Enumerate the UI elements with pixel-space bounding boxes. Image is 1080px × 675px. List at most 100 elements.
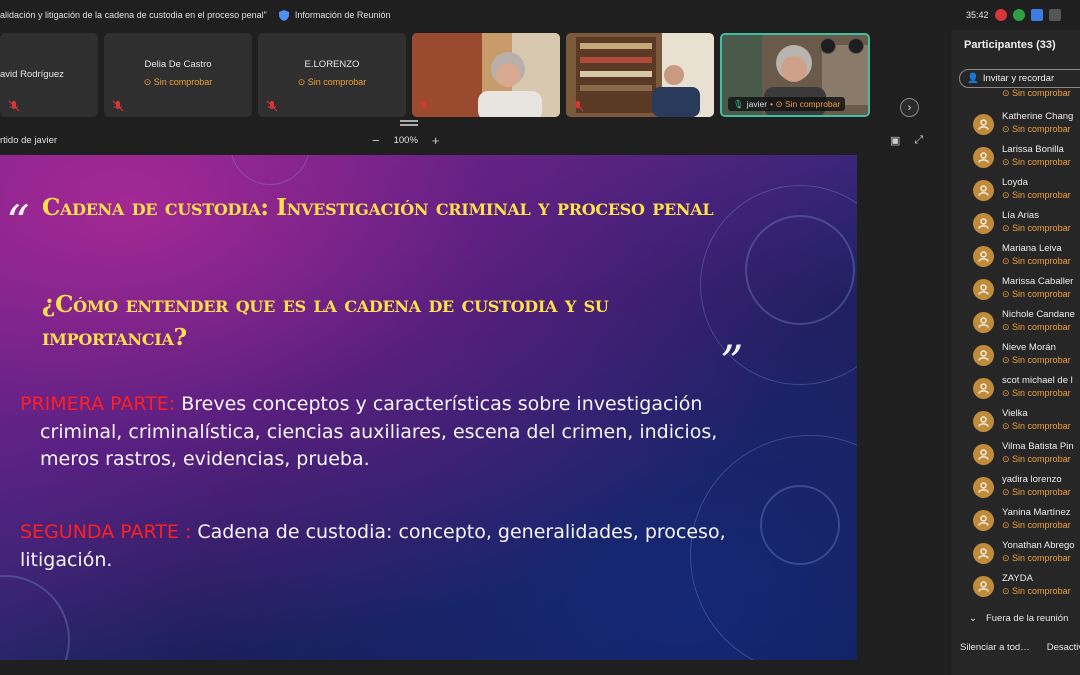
mic-icon: 🎙 bbox=[733, 98, 744, 109]
shared-slide: “ ” Cadena de custodia: Investigación cr… bbox=[0, 155, 857, 660]
participant-name: Yonathan Abrego bbox=[1002, 540, 1075, 551]
layout-icon[interactable] bbox=[1048, 9, 1061, 21]
add-user-icon: 👤 bbox=[967, 73, 979, 84]
participant-name: Marissa Caballer bbox=[1002, 276, 1074, 287]
share-owner-label: rtido de javier bbox=[0, 135, 58, 146]
participant-status: ⊙ Sin comprobar bbox=[1002, 124, 1071, 134]
list-item[interactable]: Nieve Morán ⊙ Sin comprobar bbox=[951, 336, 1080, 369]
list-item[interactable]: Marissa Caballer ⊙ Sin comprobar bbox=[951, 270, 1080, 303]
chevron-down-icon: ⌄ bbox=[969, 613, 977, 624]
participant-video-tile[interactable] bbox=[566, 33, 714, 117]
user-icon bbox=[978, 317, 989, 328]
user-icon bbox=[978, 548, 989, 559]
avatar bbox=[973, 510, 994, 531]
participant-tile[interactable]: avid Rodríguez bbox=[0, 33, 98, 117]
user-icon bbox=[978, 119, 989, 130]
speaker-status: • ⊙ Sin comprobar bbox=[770, 98, 841, 109]
list-item[interactable]: Yonathan Abrego ⊙ Sin comprobar bbox=[951, 534, 1080, 567]
tile-status: ⊙ Sin comprobar bbox=[297, 77, 367, 87]
meeting-title: alidación y litigación de la cadena de c… bbox=[0, 10, 267, 20]
mute-all-button[interactable]: Silenciar a tod… bbox=[960, 642, 1030, 653]
tile-name: avid Rodríguez bbox=[0, 69, 64, 80]
avatar bbox=[973, 213, 994, 234]
avatar bbox=[973, 345, 994, 366]
zoom-out-button[interactable]: − bbox=[372, 133, 380, 148]
participant-status: ⊙ Sin comprobar bbox=[1002, 157, 1071, 167]
out-of-meeting-label: Fuera de la reunión bbox=[985, 613, 1069, 624]
list-item[interactable]: Katherine Chang ⊙ Sin comprobar bbox=[951, 105, 1080, 138]
list-item[interactable]: yadira lorenzo ⊙ Sin comprobar bbox=[951, 468, 1080, 501]
participant-status: ⊙ Sin comprobar bbox=[1002, 322, 1071, 332]
participant-tile[interactable]: E.LORENZO ⊙ Sin comprobar bbox=[258, 33, 406, 117]
resize-handle[interactable] bbox=[400, 120, 418, 126]
network-icon[interactable] bbox=[1012, 9, 1025, 21]
avatar bbox=[973, 180, 994, 201]
participant-name: ZAYDA bbox=[1002, 573, 1033, 584]
participant-tile[interactable]: Delia De Castro ⊙ Sin comprobar bbox=[104, 33, 252, 117]
slide-decoration bbox=[760, 485, 840, 565]
list-item[interactable]: Yanina Martínez ⊙ Sin comprobar bbox=[951, 501, 1080, 534]
user-icon bbox=[978, 416, 989, 427]
muted-mic-icon bbox=[266, 100, 278, 112]
participants-list: ⊙ Sin comprobar Katherine Chang ⊙ Sin com… bbox=[951, 88, 1080, 600]
user-icon bbox=[978, 218, 989, 229]
part-one-line1: Breves conceptos y características sobre… bbox=[175, 393, 703, 415]
list-item[interactable]: ⊙ Sin comprobar bbox=[951, 88, 1080, 105]
participant-status: ⊙ Sin comprobar bbox=[1002, 520, 1071, 530]
participant-name: scot michael de l bbox=[1002, 375, 1073, 386]
list-item[interactable]: Larissa Bonilla ⊙ Sin comprobar bbox=[951, 138, 1080, 171]
participant-status: ⊙ Sin comprobar bbox=[1002, 190, 1071, 200]
more-options-button[interactable] bbox=[848, 38, 864, 54]
list-item[interactable]: Vielka ⊙ Sin comprobar bbox=[951, 402, 1080, 435]
meeting-info-label: Información de Reunión bbox=[294, 10, 391, 20]
muted-mic-icon bbox=[8, 100, 20, 112]
list-item[interactable]: scot michael de l ⊙ Sin comprobar bbox=[951, 369, 1080, 402]
list-item[interactable]: Nichole Candane ⊙ Sin comprobar bbox=[951, 303, 1080, 336]
popout-icon[interactable]: ▣ bbox=[890, 134, 900, 147]
zoom-controls: − 100% + bbox=[372, 133, 440, 148]
speaker-name: javier bbox=[746, 99, 768, 109]
share-tools: ▣ ⤢ bbox=[890, 134, 923, 147]
slide-decoration bbox=[0, 575, 70, 660]
muted-mic-icon bbox=[572, 100, 584, 112]
slide-decoration bbox=[230, 155, 310, 185]
participant-name: yadira lorenzo bbox=[1002, 474, 1062, 485]
mic-active-button[interactable] bbox=[820, 38, 836, 54]
slide-part-two: SEGUNDA PARTE : Cadena de custodia: conc… bbox=[20, 519, 760, 574]
slide-title: Cadena de custodia: Investigación crimin… bbox=[42, 194, 714, 221]
slide-part-one: PRIMERA PARTE: Breves conceptos y caract… bbox=[20, 391, 760, 474]
user-icon bbox=[978, 350, 989, 361]
out-of-meeting-section[interactable]: ⌄ Fuera de la reunión bbox=[969, 613, 1068, 624]
list-item[interactable]: Mariana Leiva ⊙ Sin comprobar bbox=[951, 237, 1080, 270]
meeting-window: alidación y litigación de la cadena de c… bbox=[0, 0, 1080, 675]
next-page-button[interactable]: › bbox=[900, 98, 919, 117]
part-two-label: SEGUNDA PARTE : bbox=[20, 521, 192, 543]
participant-name: Mariana Leiva bbox=[1002, 243, 1062, 254]
participants-panel: Participantes (33) 👤 Invitar y recordar … bbox=[950, 30, 1080, 675]
participant-status: ⊙ Sin comprobar bbox=[1002, 553, 1071, 563]
participant-status: ⊙ Sin comprobar bbox=[1002, 355, 1071, 365]
record-icon[interactable] bbox=[994, 9, 1007, 21]
list-item[interactable]: Vilma Batista Pin ⊙ Sin comprobar bbox=[951, 435, 1080, 468]
meeting-info-button[interactable]: Información de Reunión bbox=[278, 9, 391, 21]
participant-status: ⊙ Sin comprobar bbox=[1002, 388, 1071, 398]
user-icon bbox=[978, 284, 989, 295]
participant-status: ⊙ Sin comprobar bbox=[1002, 88, 1071, 98]
fullscreen-icon[interactable]: ⤢ bbox=[914, 134, 923, 147]
app-icon[interactable] bbox=[1030, 9, 1043, 21]
list-item[interactable]: ZAYDA ⊙ Sin comprobar bbox=[951, 567, 1080, 600]
avatar bbox=[973, 477, 994, 498]
tile-status: ⊙ Sin comprobar bbox=[143, 77, 213, 87]
active-speaker-tile[interactable]: 🎙 javier • ⊙ Sin comprobar bbox=[720, 33, 870, 117]
participant-video-tile[interactable] bbox=[412, 33, 560, 117]
avatar bbox=[973, 543, 994, 564]
participant-name: Yanina Martínez bbox=[1002, 507, 1071, 518]
disable-button[interactable]: Desactiv bbox=[1047, 642, 1080, 653]
zoom-in-button[interactable]: + bbox=[432, 133, 440, 148]
invite-button[interactable]: 👤 Invitar y recordar bbox=[959, 69, 1080, 88]
shield-icon bbox=[278, 9, 289, 21]
invite-label: Invitar y recordar bbox=[982, 73, 1055, 84]
list-item[interactable]: Lía Arias ⊙ Sin comprobar bbox=[951, 204, 1080, 237]
list-item[interactable]: Loyda ⊙ Sin comprobar bbox=[951, 171, 1080, 204]
tile-name: E.LORENZO bbox=[304, 59, 360, 70]
